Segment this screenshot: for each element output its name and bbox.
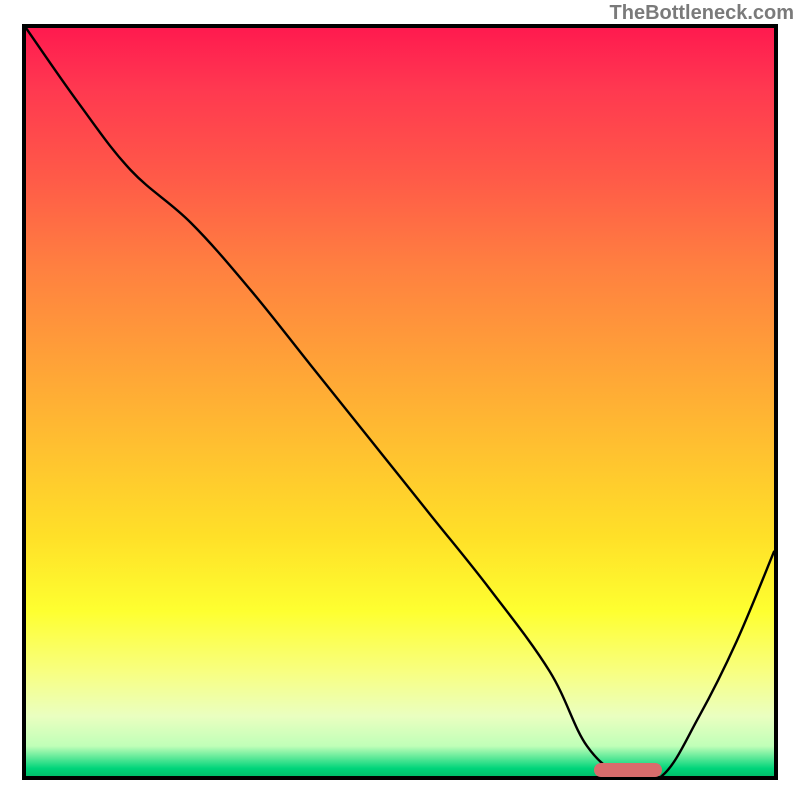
chart-area [22, 24, 778, 780]
optimal-range-marker [594, 763, 661, 777]
line-chart-svg [26, 28, 774, 776]
bottleneck-curve-line [26, 28, 774, 776]
watermark-label: TheBottleneck.com [610, 2, 794, 25]
